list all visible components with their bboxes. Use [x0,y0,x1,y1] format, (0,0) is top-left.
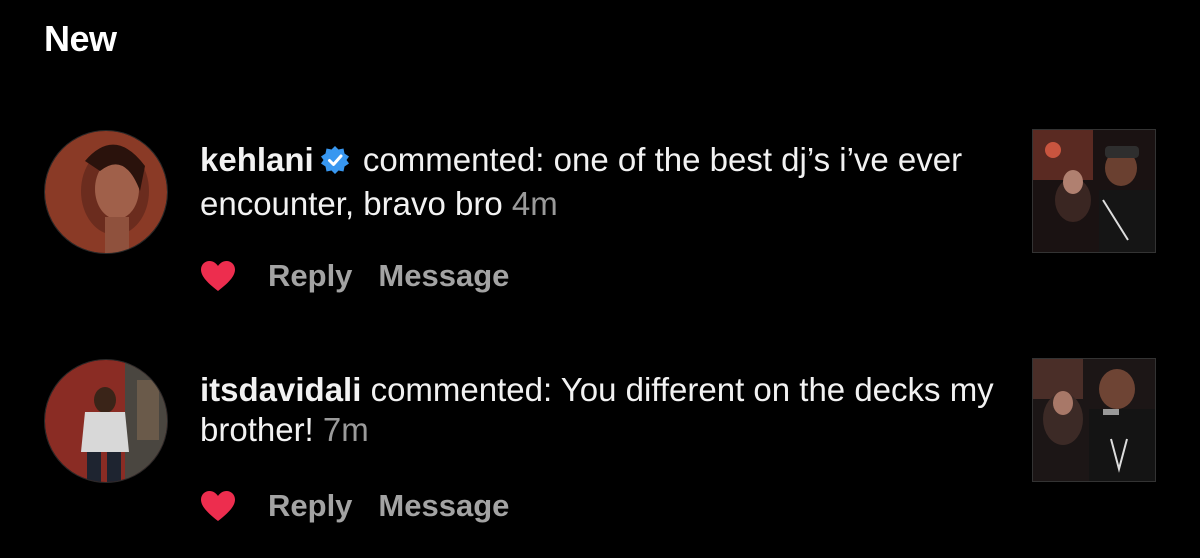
comment-text: one of the best dj’s i’ve ever encounter… [200,141,963,222]
verified-badge-icon [320,144,350,184]
username[interactable]: itsdavidali [200,371,361,408]
notification-item[interactable]: itsdavidali commented: You different on … [0,358,1200,558]
timestamp: 4m [511,185,558,222]
action-text: commented: [362,141,545,178]
avatar[interactable] [44,359,168,483]
action-bar: Reply Message [200,256,535,296]
post-thumbnail[interactable] [1032,358,1156,482]
avatar[interactable] [44,130,168,254]
message-button[interactable]: Message [378,488,509,524]
reply-button[interactable]: Reply [268,488,352,524]
notification-item[interactable]: kehlani commented: one of the best dj’s … [0,128,1200,328]
post-thumbnail[interactable] [1032,129,1156,253]
reply-button[interactable]: Reply [268,258,352,294]
message-button[interactable]: Message [378,258,509,294]
section-title: New [44,18,117,59]
heart-icon[interactable] [200,260,236,292]
notification-text: kehlani commented: one of the best dj’s … [200,140,1000,224]
action-text: commented: [370,371,553,408]
heart-icon[interactable] [200,490,236,522]
action-bar: Reply Message [200,486,535,526]
timestamp: 7m [322,411,369,448]
notification-text: itsdavidali commented: You different on … [200,370,1000,450]
username[interactable]: kehlani [200,141,314,178]
